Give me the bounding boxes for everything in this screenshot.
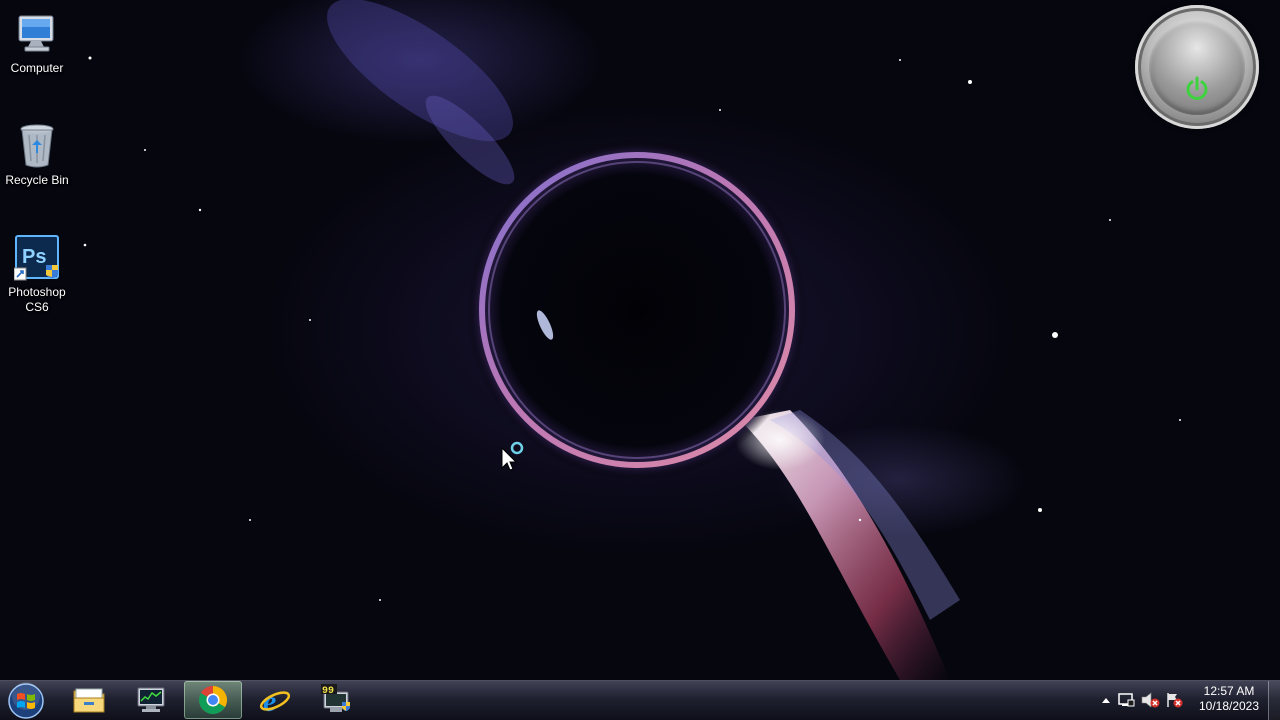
chevron-up-icon: [1102, 698, 1110, 703]
monitor-chart-icon: [137, 687, 165, 712]
chrome-icon: [199, 686, 227, 714]
desktop-icon-photoshop[interactable]: Ps Photoshop CS6: [0, 234, 74, 315]
taskbar-internet-explorer[interactable]: e: [246, 681, 304, 719]
volume-muted-icon[interactable]: [1138, 681, 1162, 719]
notification-area: [1098, 681, 1186, 719]
desktop-icon-computer[interactable]: Computer: [0, 10, 74, 76]
show-desktop-button[interactable]: [1268, 681, 1280, 720]
taskbar-windows-explorer[interactable]: [60, 681, 118, 719]
svg-text:Ps: Ps: [22, 246, 46, 268]
monitor-shield-icon: 99: [321, 684, 350, 712]
shutdown-gadget[interactable]: [1135, 5, 1259, 129]
network-disconnected-icon[interactable]: [1162, 681, 1186, 719]
clock-time: 12:57 AM: [1203, 684, 1255, 698]
show-hidden-icons-button[interactable]: [1098, 681, 1114, 719]
clock-date: 10/18/2023: [1198, 699, 1260, 713]
folder-icon: [73, 688, 105, 713]
windows-start-orb-icon: [8, 682, 44, 719]
photoshop-icon: Ps: [13, 234, 61, 282]
taskbar-google-chrome[interactable]: [184, 681, 242, 719]
system-clock[interactable]: 12:57 AM 10/18/2023: [1196, 684, 1262, 714]
ie-icon: e: [259, 685, 291, 716]
taskbar-task-manager[interactable]: [122, 681, 180, 719]
action-center-icon[interactable]: [1114, 681, 1138, 719]
desktop-icon-label: Recycle Bin: [5, 173, 69, 187]
svg-text:99: 99: [322, 686, 334, 697]
desktop-wallpaper: [0, 0, 1280, 720]
desktop-icon-label: Computer: [10, 61, 64, 75]
busy-cursor: [500, 440, 526, 472]
power-icon[interactable]: [1183, 75, 1211, 103]
recycle-bin-icon: [13, 122, 61, 170]
desktop-icon-recycle-bin[interactable]: Recycle Bin: [0, 122, 74, 188]
start-button[interactable]: [6, 682, 46, 720]
computer-icon: [13, 10, 61, 58]
desktop-icon-label: Photoshop CS6: [8, 285, 66, 314]
taskbar-app-99[interactable]: 99: [308, 681, 366, 719]
